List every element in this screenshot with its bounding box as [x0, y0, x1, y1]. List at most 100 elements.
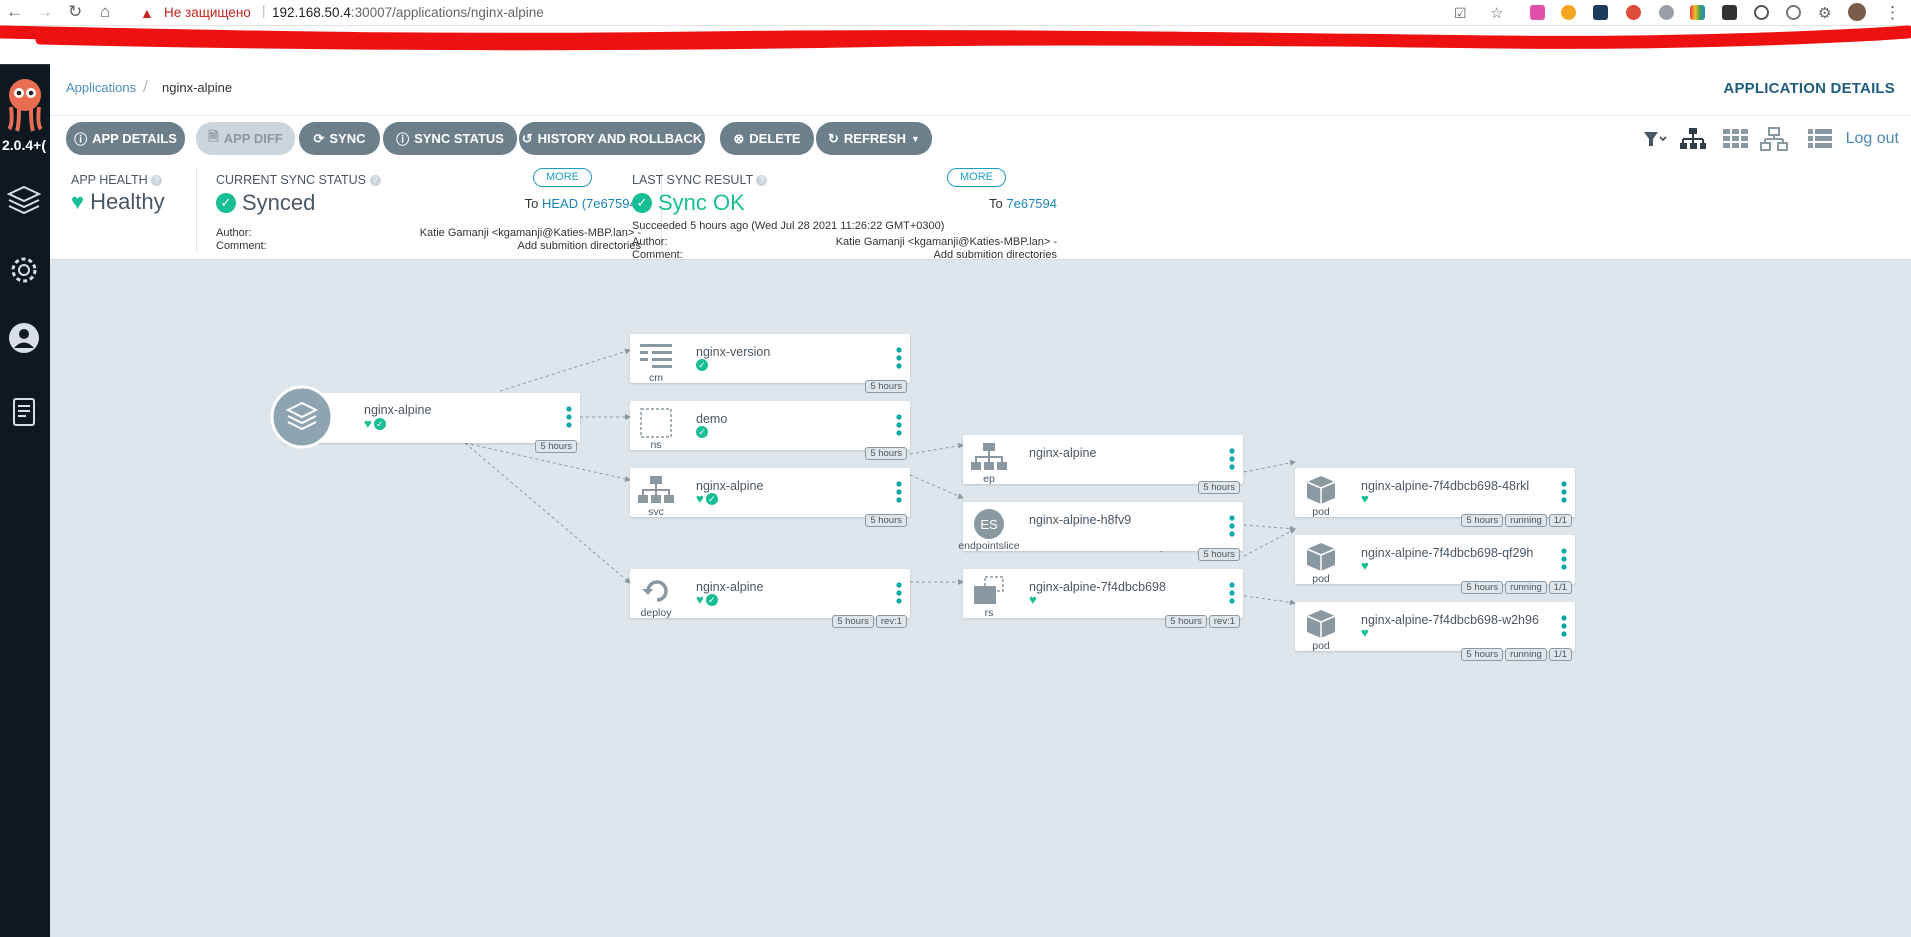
resource-node-deploy[interactable]: deploy nginx-alpine ♥ ✓ 5 hours rev:1 — [630, 569, 910, 628]
pod-icon — [1306, 543, 1336, 571]
help-icon[interactable]: ? — [756, 175, 768, 187]
kind-label: rs — [984, 607, 994, 619]
state-tag: running — [1505, 514, 1547, 527]
node-menu-icon[interactable] — [1229, 448, 1235, 470]
state-tag: running — [1505, 581, 1547, 594]
app-node[interactable]: nginx-alpine ♥ ✓ 5 hours — [270, 385, 580, 453]
sidebar: 2.0.4+( — [0, 64, 50, 937]
warning-icon[interactable]: ▲ — [140, 5, 154, 21]
puzzle-icon[interactable]: ⚙ — [1818, 4, 1831, 22]
node-menu-icon[interactable] — [896, 347, 902, 369]
history-icon: ↺ — [521, 130, 533, 146]
node-tags: 5 hours — [1198, 548, 1240, 561]
logout-button[interactable]: Log out — [1846, 130, 1899, 148]
help-icon[interactable]: ? — [369, 175, 381, 187]
revision-tag: rev:1 — [1208, 615, 1240, 628]
status-badges: ✓ — [696, 359, 708, 372]
argo-logo[interactable] — [3, 77, 47, 133]
sync-revision-link[interactable]: HEAD (7e67594) — [542, 196, 641, 211]
heart-icon: ♥ — [696, 592, 704, 607]
node-name: nginx-alpine-7f4dbcb698-qf29h — [1361, 546, 1534, 560]
last-sync-target: To 7e67594 — [880, 196, 1057, 211]
node-name: nginx-version — [696, 345, 771, 359]
extension-icon[interactable] — [1690, 5, 1705, 20]
heart-icon: ♥ — [696, 491, 704, 506]
menu-icon[interactable]: ⋮ — [1884, 3, 1901, 23]
node-tags: 5 hours rev:1 — [832, 615, 907, 628]
kind-label: cm — [649, 372, 663, 384]
node-menu-icon[interactable] — [1561, 481, 1567, 503]
list-view-icon[interactable] — [1806, 125, 1834, 153]
home-icon[interactable]: ⌂ — [100, 2, 110, 22]
age-tag: 5 hours — [832, 615, 874, 628]
breadcrumb-applications[interactable]: Applications — [66, 80, 136, 95]
translate-icon[interactable]: ☑ — [1454, 5, 1467, 22]
browser-chrome: ← → ↻ ⌂ ▲ Не защищено | 192.168.50.4:300… — [0, 0, 1911, 64]
caret-down-icon: ▼ — [911, 133, 920, 144]
resource-node-svc[interactable]: svc nginx-alpine ♥ ✓ 5 hours — [630, 468, 910, 527]
extension-icon[interactable] — [1626, 5, 1641, 20]
forward-icon[interactable]: → — [36, 2, 53, 22]
resource-node-pod[interactable]: pod nginx-alpine-7f4dbcb698-48rkl ♥ 5 ho… — [1295, 468, 1575, 527]
app-health-value: ♥ Healthy — [71, 189, 165, 215]
file-icon: 🗎 — [208, 128, 219, 144]
settings-icon[interactable] — [5, 251, 43, 289]
sync-author: Katie Gamanji <kgamanji@Katies-MBP.lan> … — [419, 227, 641, 239]
extension-icon[interactable] — [1593, 5, 1608, 20]
kind-label: pod — [1312, 573, 1330, 585]
node-name: nginx-alpine — [696, 580, 764, 594]
status-badges: ♥ — [1361, 559, 1369, 573]
resource-node-cm[interactable]: cm nginx-version ✓ 5 hours — [630, 334, 910, 393]
resource-node-pod[interactable]: pod nginx-alpine-7f4dbcb698-qf29h ♥ 5 ho… — [1295, 535, 1575, 594]
extension-icon[interactable] — [1561, 5, 1576, 20]
extension-icon[interactable] — [1722, 5, 1737, 20]
docs-icon[interactable] — [5, 393, 43, 431]
sync-button[interactable]: ⟳ SYNC — [299, 122, 380, 155]
redaction-stroke — [0, 25, 1911, 51]
star-icon[interactable]: ☆ — [1490, 4, 1503, 22]
avatar[interactable] — [1848, 3, 1866, 21]
resource-node-rs[interactable]: rs nginx-alpine-7f4dbcb698 ♥ 5 hours rev:… — [963, 569, 1243, 628]
filter-icon[interactable] — [1641, 125, 1669, 153]
status-badges: ♥ — [1361, 626, 1369, 640]
grid-view-icon[interactable] — [1721, 125, 1749, 153]
refresh-button[interactable]: ↻ REFRESH ▼ — [816, 122, 932, 155]
extension-icon[interactable] — [1786, 5, 1801, 20]
replicaset-icon — [974, 576, 1004, 604]
heart-icon: ♥ — [364, 416, 372, 431]
node-menu-icon[interactable] — [1561, 615, 1567, 637]
user-icon[interactable] — [5, 319, 43, 357]
resource-node-ns[interactable]: ns demo ✓ 5 hours — [630, 401, 910, 460]
sync-status-button[interactable]: ⓘ SYNC STATUS — [383, 122, 517, 155]
extension-icon[interactable] — [1754, 5, 1769, 20]
help-icon[interactable]: ? — [151, 175, 163, 187]
node-menu-icon[interactable] — [1561, 548, 1567, 570]
node-menu-icon[interactable] — [896, 481, 902, 503]
node-menu-icon[interactable] — [1229, 515, 1235, 537]
sync-more-button[interactable]: MORE — [533, 168, 592, 187]
security-warning[interactable]: Не защищено — [164, 5, 251, 20]
node-menu-icon[interactable] — [896, 414, 902, 436]
node-menu-icon[interactable] — [1229, 582, 1235, 604]
delete-button[interactable]: ⊗ DELETE — [720, 122, 814, 155]
app-icon — [270, 385, 334, 449]
reload-icon[interactable]: ↻ — [68, 2, 82, 22]
node-menu-icon[interactable] — [566, 406, 572, 428]
resource-node-endpointslice[interactable]: ES endpointslice nginx-alpine-h8fv9 5 ho… — [958, 502, 1243, 561]
applications-icon[interactable] — [5, 181, 43, 219]
extension-icon[interactable] — [1530, 5, 1545, 20]
last-sync-more-button[interactable]: MORE — [947, 168, 1006, 187]
app-details-button[interactable]: ⓘ APP DETAILS — [66, 122, 185, 155]
url-text[interactable]: 192.168.50.4:30007/applications/nginx-al… — [272, 5, 544, 20]
tree-view-icon[interactable] — [1679, 125, 1707, 153]
history-rollback-button[interactable]: ↺ HISTORY AND ROLLBACK — [519, 122, 705, 155]
last-sync-revision-link[interactable]: 7e67594 — [1006, 196, 1057, 211]
network-view-icon[interactable] — [1760, 125, 1788, 153]
app-diff-button[interactable]: 🗎 APP DIFF — [196, 122, 295, 155]
back-icon[interactable]: ← — [6, 2, 23, 22]
extension-icon[interactable] — [1659, 5, 1674, 20]
resource-node-ep[interactable]: ep nginx-alpine 5 hours — [963, 435, 1243, 494]
node-menu-icon[interactable] — [896, 582, 902, 604]
namespace-icon — [640, 408, 672, 438]
resource-node-pod[interactable]: pod nginx-alpine-7f4dbcb698-w2h96 ♥ 5 ho… — [1295, 602, 1575, 661]
